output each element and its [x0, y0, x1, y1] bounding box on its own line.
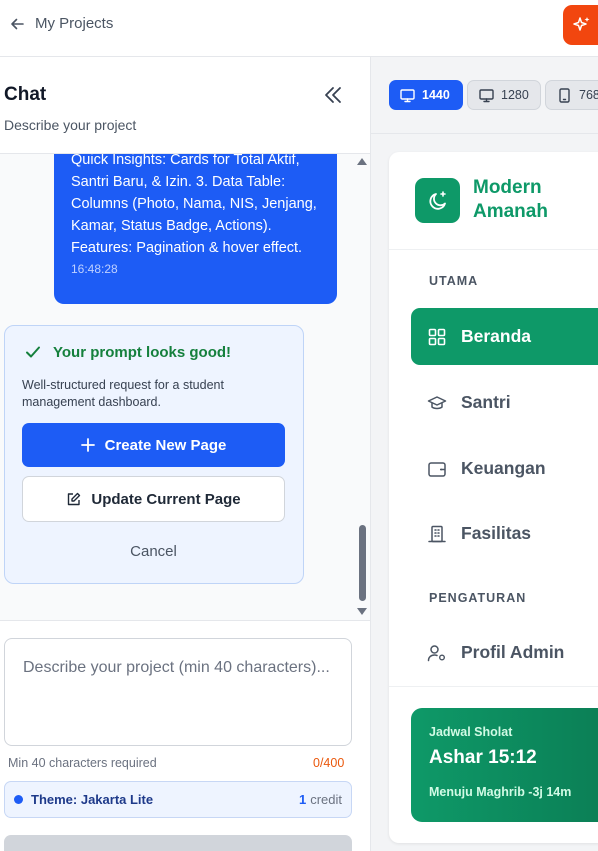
top-bar: My Projects: [0, 0, 598, 57]
section-label-main: UTAMA: [429, 274, 479, 288]
scroll-thumb[interactable]: [359, 525, 366, 601]
brand-name: Modern Amanah: [473, 177, 548, 222]
back-link[interactable]: My Projects: [9, 15, 113, 32]
collapse-panel-icon[interactable]: [321, 83, 345, 107]
chat-title: Chat: [4, 84, 47, 105]
building-icon: [428, 525, 446, 542]
message-list[interactable]: Quick Insights: Cards for Total Aktif, S…: [0, 154, 370, 620]
nav-label: Profil Admin: [461, 642, 565, 662]
chat-header: Chat Describe your project: [0, 57, 370, 154]
viewport-label: 1440: [422, 88, 450, 102]
chat-subtitle: Describe your project: [4, 117, 137, 133]
plus-icon: [80, 438, 95, 452]
prayer-schedule-card: Jadwal Sholat Ashar 15:12 Menuju Maghrib…: [411, 708, 598, 822]
moon-star-icon: [429, 190, 446, 210]
check-icon: [26, 346, 40, 358]
result-status-text: Your prompt looks good!: [53, 343, 232, 361]
section-label-settings: PENGATURAN: [429, 591, 527, 605]
nav-label: Fasilitas: [461, 523, 532, 543]
update-current-page-label: Update Current Page: [91, 490, 241, 508]
arrow-left-icon: [11, 18, 24, 29]
result-status: Your prompt looks good!: [24, 343, 231, 361]
magic-button[interactable]: [563, 5, 598, 45]
create-new-page-button[interactable]: Create New Page: [22, 423, 285, 467]
wallet-icon: [428, 461, 446, 477]
nav-label: Keuangan: [461, 458, 546, 478]
prompt-result-card: Your prompt looks good! Well-structured …: [4, 325, 304, 584]
nav-label: Beranda: [461, 326, 532, 346]
viewport-1440-button[interactable]: 1440: [389, 80, 463, 110]
message-scrollbar[interactable]: [357, 154, 367, 620]
grid-icon: [428, 328, 446, 345]
cancel-button[interactable]: Cancel: [22, 535, 285, 567]
update-current-page-button[interactable]: Update Current Page: [22, 476, 285, 522]
edit-icon: [68, 492, 81, 505]
prayer-label: Jadwal Sholat: [429, 725, 513, 739]
theme-selector[interactable]: Theme: Jakarta Lite 1 credit: [4, 781, 352, 818]
viewport-toolbar: 1440 1280 768: [371, 57, 598, 134]
prayer-time: Ashar 15:12: [429, 747, 537, 768]
character-counter: 0/400: [313, 756, 345, 770]
submit-button[interactable]: [4, 835, 352, 851]
nav-item-keuangan[interactable]: Keuangan: [411, 440, 598, 497]
monitor-icon: [479, 88, 494, 102]
message-time: 16:48:28: [71, 262, 118, 276]
monitor-icon: [400, 88, 415, 102]
preview-panel: 1440 1280 768 Modern Amanah UTAMA Berand…: [371, 57, 598, 851]
theme-name: Theme: Jakarta Lite: [31, 792, 154, 807]
credit-info: 1 credit: [299, 792, 342, 807]
viewport-768-button[interactable]: 768: [545, 80, 598, 110]
brand-logo: [415, 178, 460, 223]
preview-frame: Modern Amanah UTAMA Beranda Santri Keuan…: [389, 152, 598, 843]
scroll-down-arrow-icon[interactable]: [357, 608, 367, 615]
viewport-1280-button[interactable]: 1280: [467, 80, 541, 110]
graduation-cap-icon: [427, 395, 447, 409]
nav-item-santri[interactable]: Santri: [411, 374, 598, 431]
credit-count: 1: [298, 792, 307, 807]
back-label: My Projects: [35, 15, 114, 32]
user-message: Quick Insights: Cards for Total Aktif, S…: [54, 154, 337, 304]
app-brand: Modern Amanah: [389, 152, 598, 250]
composer: Min 40 characters required 0/400 Theme: …: [0, 620, 370, 851]
chat-panel: Chat Describe your project Quick Insight…: [0, 57, 371, 851]
nav-item-fasilitas[interactable]: Fasilitas: [411, 505, 598, 562]
sparkles-icon: [573, 17, 590, 31]
viewport-label: 768: [579, 88, 598, 102]
tablet-icon: [559, 87, 570, 103]
sidebar-divider: [389, 686, 598, 687]
message-text: Quick Insights: Cards for Total Aktif, S…: [71, 154, 317, 256]
theme-dot-icon: [14, 795, 23, 804]
scroll-up-arrow-icon[interactable]: [357, 158, 367, 165]
nav-item-profil-admin[interactable]: Profil Admin: [411, 624, 598, 681]
project-prompt-input[interactable]: [4, 638, 352, 746]
prayer-next: Menuju Maghrib -3j 14m: [429, 785, 572, 799]
result-description: Well-structured request for a student ma…: [22, 378, 224, 409]
credit-label: credit: [310, 792, 342, 807]
viewport-label: 1280: [501, 88, 529, 102]
nav-item-beranda[interactable]: Beranda: [411, 308, 598, 365]
create-new-page-label: Create New Page: [104, 436, 227, 454]
nav-label: Santri: [461, 392, 511, 412]
user-cog-icon: [427, 644, 445, 661]
min-characters-note: Min 40 characters required: [8, 756, 157, 770]
